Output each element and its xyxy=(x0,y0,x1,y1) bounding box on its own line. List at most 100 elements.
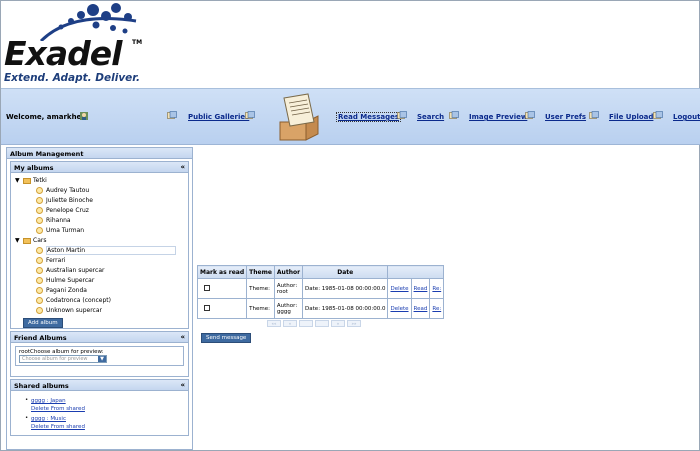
nav-file-upload[interactable]: File Upload xyxy=(609,113,653,121)
tree-item[interactable]: Audrey Tautou xyxy=(15,186,188,196)
table-row: Theme: Author: root Date: 1985-01-08 00:0… xyxy=(196,278,445,299)
expand-triangle-icon[interactable]: ▼ xyxy=(15,176,23,186)
album-icon xyxy=(36,307,43,314)
col-mark-as-read: Mark as read xyxy=(196,265,248,279)
shared-albums-title: Shared albums xyxy=(14,382,69,390)
message-box-icon xyxy=(279,93,319,141)
delete-from-shared-link[interactable]: Delete From shared xyxy=(31,423,184,431)
album-icon xyxy=(36,197,43,204)
page-button[interactable] xyxy=(299,320,313,327)
tree-item[interactable]: Hulme Supercar xyxy=(15,276,188,286)
delete-link[interactable]: Delete xyxy=(390,286,408,292)
tree-item[interactable]: Juliette Binoche xyxy=(15,196,188,206)
list-item: • gggg : Music Delete From shared xyxy=(25,415,184,431)
album-icon xyxy=(36,257,43,264)
prev-page-button[interactable]: « xyxy=(283,320,297,327)
collapse-icon[interactable]: « xyxy=(180,163,185,171)
col-actions xyxy=(387,265,445,279)
logo-wordmark: Exadel xyxy=(4,34,122,73)
file-upload-icon xyxy=(589,111,599,119)
album-icon xyxy=(36,207,43,214)
my-albums-panel: My albums « ▼ Tetki Audrey Tautou Juliett… xyxy=(10,161,189,329)
collapse-icon[interactable]: « xyxy=(180,381,185,389)
table-header-row: Mark as read Theme Author Date xyxy=(196,265,445,279)
album-preview-select[interactable]: Choose album for preview ▼ xyxy=(19,355,107,363)
date-cell: Date: 1985-01-08 00:00:00.0 xyxy=(302,278,389,299)
my-albums-title: My albums xyxy=(14,164,54,172)
date-cell: Date: 1985-01-08 00:00:00.0 xyxy=(302,298,389,319)
tree-item[interactable]: Penelope Cruz xyxy=(15,206,188,216)
add-album-button[interactable]: Add album xyxy=(23,318,63,328)
tree-item[interactable]: Australian supercar xyxy=(15,266,188,276)
nav-logout[interactable]: Logout xyxy=(673,113,700,121)
exadel-logo: Exadel TM Extend. Adapt. Deliver. xyxy=(1,1,146,87)
album-icon xyxy=(36,287,43,294)
my-albums-header: My albums « xyxy=(11,162,188,173)
user-prefs-icon xyxy=(525,111,535,119)
friend-albums-title: Friend Albums xyxy=(14,334,67,342)
chevron-down-icon[interactable]: ▼ xyxy=(98,356,106,362)
nav-read-messages[interactable]: Read Messages xyxy=(336,112,402,122)
mark-as-read-checkbox[interactable] xyxy=(204,304,210,311)
page-button[interactable] xyxy=(315,320,329,327)
author-cell: Author: root xyxy=(273,278,304,299)
user-icon xyxy=(80,112,88,120)
welcome-text: Welcome, amarkhel! xyxy=(6,113,87,121)
search-icon xyxy=(397,111,407,119)
galleries-icon xyxy=(167,111,177,119)
nav-user-prefs[interactable]: User Prefs xyxy=(545,113,586,121)
tree-item[interactable]: Pagani Zonda xyxy=(15,286,188,296)
col-date: Date xyxy=(302,265,389,279)
logo-tagline: Extend. Adapt. Deliver. xyxy=(4,72,140,84)
shared-album-link[interactable]: gggg : Music xyxy=(31,415,184,423)
album-icon xyxy=(36,277,43,284)
pagination: «« « » »» xyxy=(267,320,361,327)
shared-album-link[interactable]: gggg : Japan xyxy=(31,397,184,405)
first-page-button[interactable]: «« xyxy=(267,320,281,327)
tree-item[interactable]: Ferrari xyxy=(15,256,188,266)
last-page-button[interactable]: »» xyxy=(347,320,361,327)
col-author: Author xyxy=(273,265,304,279)
collapse-icon[interactable]: « xyxy=(180,333,185,341)
folder-icon xyxy=(23,237,31,244)
tree-folder-tetki[interactable]: ▼ Tetki xyxy=(15,176,188,186)
friend-album-chooser: rootChoose album for preview: Choose alb… xyxy=(15,346,184,366)
nav-public-galleries[interactable]: Public Galleries xyxy=(188,113,249,121)
nav-search[interactable]: Search xyxy=(417,113,444,121)
top-navigation-bar: Welcome, amarkhel! Public Galleries Read… xyxy=(1,88,700,145)
tree-item[interactable]: Unknown supercar xyxy=(15,306,188,316)
col-theme: Theme xyxy=(246,265,275,279)
table-row: Theme: Author: gggg Date: 1985-01-08 00:0… xyxy=(196,298,445,319)
bullet-icon: • xyxy=(25,397,29,403)
album-icon xyxy=(36,227,43,234)
nav-image-preview[interactable]: Image Preview xyxy=(469,113,527,121)
tree-folder-cars[interactable]: ▼ Cars xyxy=(15,236,188,246)
read-link[interactable]: Read xyxy=(414,306,428,312)
album-icon xyxy=(36,297,43,304)
mark-as-read-cell xyxy=(196,278,248,299)
tree-item[interactable]: Codatronca (concept) xyxy=(15,296,188,306)
albums-tree: ▼ Tetki Audrey Tautou Juliette Binoche Pe… xyxy=(11,173,188,328)
tree-item[interactable]: Rihanna xyxy=(15,216,188,226)
delete-from-shared-link[interactable]: Delete From shared xyxy=(31,405,184,413)
tree-item-selected[interactable]: Aston Martin xyxy=(15,246,188,256)
album-icon xyxy=(36,217,43,224)
read-link[interactable]: Read xyxy=(414,286,428,292)
image-preview-icon xyxy=(449,111,459,119)
mark-as-read-checkbox[interactable] xyxy=(204,284,210,291)
messages-icon xyxy=(245,111,255,119)
album-management-title: Album Management xyxy=(7,148,192,159)
theme-cell: Theme: xyxy=(246,298,275,319)
expand-triangle-icon[interactable]: ▼ xyxy=(15,236,23,246)
tree-item[interactable]: Uma Turman xyxy=(15,226,188,236)
send-message-button[interactable]: Send message xyxy=(201,333,252,343)
reply-link[interactable]: Re: xyxy=(432,286,441,292)
album-icon xyxy=(36,247,43,254)
reply-link[interactable]: Re: xyxy=(432,306,441,312)
delete-link[interactable]: Delete xyxy=(390,306,408,312)
shared-albums-header: Shared albums « xyxy=(11,380,188,391)
messages-table: Mark as read Theme Author Date Theme: Au… xyxy=(196,265,445,319)
next-page-button[interactable]: » xyxy=(331,320,345,327)
logout-icon xyxy=(653,111,663,119)
list-item: • gggg : Japan Delete From shared xyxy=(25,397,184,413)
